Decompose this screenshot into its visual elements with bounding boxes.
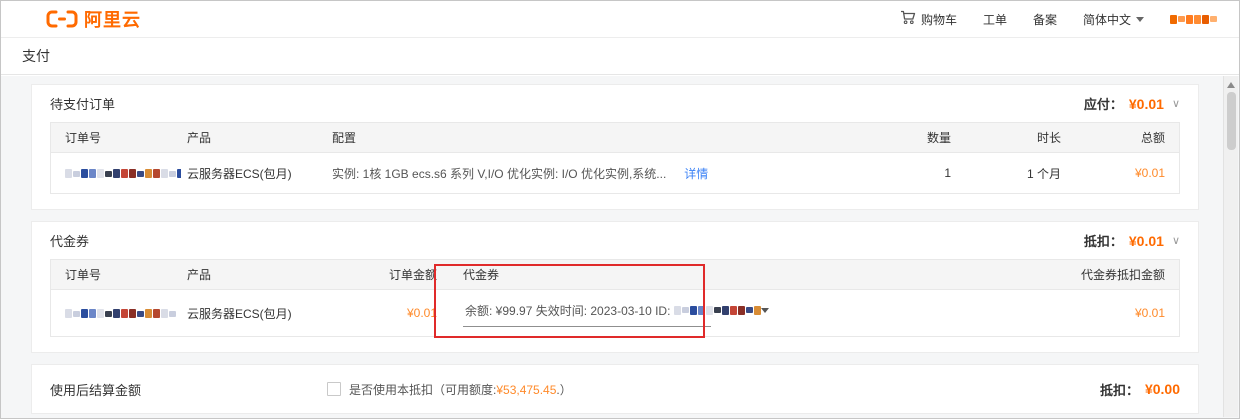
settlement-card: 使用后结算金额 是否使用本抵扣（可用额度:¥53,475.45.） 抵扣： ¥0… — [31, 364, 1199, 414]
voucher-title: 代金券 — [50, 234, 90, 249]
col-order-id: 订单号 — [65, 268, 102, 282]
pending-orders-card: 待支付订单 应付： ¥0.01 ∨ 订单号 产品 配置 数量 时长 总额 云服务… — [31, 84, 1199, 210]
nav-cart-label: 购物车 — [920, 12, 957, 27]
table-row: 云服务器ECS(包月) ¥0.01 余额: ¥99.97 失效时间: 2023-… — [51, 290, 1179, 336]
top-nav: 购物车 工单 备案 简体中文 — [900, 10, 1217, 28]
col-product: 产品 — [187, 131, 212, 145]
checkbox-label: 是否使用本抵扣（可用额度:¥53,475.45.） — [349, 382, 572, 397]
col-product: 产品 — [187, 268, 212, 282]
main-content: 待支付订单 应付： ¥0.01 ∨ 订单号 产品 配置 数量 时长 总额 云服务… — [1, 76, 1239, 418]
config-text: 实例: 1核 1GB ecs.s6 系列 V,I/O 优化实例: I/O 优化实… — [332, 166, 667, 181]
detail-link[interactable]: 详情 — [684, 165, 708, 182]
nav-tickets[interactable]: 工单 — [983, 11, 1007, 28]
voucher-deduct-amount: ¥0.01 — [1134, 306, 1165, 320]
col-config: 配置 — [332, 131, 357, 145]
collapse-chevron-icon[interactable]: ∨ — [1172, 234, 1180, 247]
total-amount: ¥0.01 — [1134, 166, 1165, 180]
settle-deduct-amount: ¥0.00 — [1144, 381, 1180, 397]
pending-orders-title: 待支付订单 — [50, 97, 116, 112]
collapse-chevron-icon[interactable]: ∨ — [1172, 97, 1180, 110]
dropdown-caret-icon — [761, 307, 770, 313]
col-voucher-deduct: 代金券抵扣金额 — [1080, 268, 1165, 282]
product-name: 云服务器ECS(包月) — [187, 166, 292, 181]
nav-beian[interactable]: 备案 — [1033, 11, 1057, 28]
col-quantity: 数量 — [926, 131, 951, 145]
voucher-select[interactable]: 余额: ¥99.97 失效时间: 2023-03-10 ID: — [463, 300, 770, 327]
redacted-user-name — [1170, 14, 1217, 24]
aliyun-logo-icon — [46, 9, 78, 29]
col-total: 总额 — [1140, 131, 1165, 145]
cart-icon — [900, 10, 916, 28]
product-name: 云服务器ECS(包月) — [187, 306, 292, 321]
redacted-order-number — [65, 169, 181, 179]
deduct-amount: ¥0.01 — [1128, 232, 1164, 249]
col-order-amount: 订单金额 — [388, 268, 437, 282]
nav-cart[interactable]: 购物车 — [900, 10, 957, 28]
order-amount: ¥0.01 — [406, 306, 437, 320]
settlement-title: 使用后结算金额 — [50, 382, 142, 398]
vertical-scrollbar[interactable] — [1223, 76, 1238, 417]
table-row: 云服务器ECS(包月) 实例: 1核 1GB ecs.s6 系列 V,I/O 优… — [51, 153, 1179, 193]
aliyun-payment-page: { "topbar": { "logo_text": "阿里云", "nav":… — [0, 0, 1240, 419]
scroll-up-icon[interactable] — [1227, 82, 1235, 88]
available-amount: ¥53,475.45 — [496, 382, 557, 397]
col-order-id: 订单号 — [65, 131, 102, 145]
voucher-card: 代金券 抵扣： ¥0.01 ∨ 订单号 产品 订单金额 代金券 代金券抵扣金额 … — [31, 221, 1199, 353]
duration-value: 1 个月 — [1026, 166, 1061, 181]
account-name[interactable] — [1170, 14, 1217, 24]
nav-language-label: 简体中文 — [1082, 12, 1131, 27]
pending-orders-table: 订单号 产品 配置 数量 时长 总额 云服务器ECS(包月) 实例: 1核 1G… — [50, 122, 1180, 194]
quantity-value: 1 — [944, 166, 951, 180]
chevron-down-icon — [1136, 16, 1144, 22]
nav-beian-label: 备案 — [1032, 12, 1057, 27]
redacted-voucher-id — [674, 305, 762, 315]
redacted-order-number — [65, 309, 176, 319]
nav-tickets-label: 工单 — [982, 12, 1007, 27]
settle-deduct-label: 抵扣： — [1099, 382, 1139, 398]
voucher-option-text: 余额: ¥99.97 失效时间: 2023-03-10 ID: — [465, 303, 671, 318]
scrollbar-thumb[interactable] — [1226, 92, 1236, 150]
top-bar: 阿里云 购物车 工单 备案 简体中文 — [1, 1, 1239, 38]
payable-label: 应付： — [1083, 97, 1123, 112]
aliyun-logo[interactable]: 阿里云 — [46, 6, 141, 32]
payable-amount: ¥0.01 — [1128, 95, 1164, 112]
use-deduction-checkbox[interactable] — [327, 382, 341, 396]
page-title: 支付 — [22, 48, 50, 64]
col-duration: 时长 — [1036, 131, 1061, 145]
voucher-table: 订单号 产品 订单金额 代金券 代金券抵扣金额 云服务器ECS(包月) ¥0.0… — [50, 259, 1180, 337]
page-title-bar: 支付 — [1, 38, 1239, 75]
col-voucher: 代金券 — [463, 268, 500, 282]
deduct-label: 抵扣： — [1083, 234, 1123, 249]
aliyun-logo-text: 阿里云 — [84, 10, 141, 30]
nav-language[interactable]: 简体中文 — [1083, 11, 1144, 28]
